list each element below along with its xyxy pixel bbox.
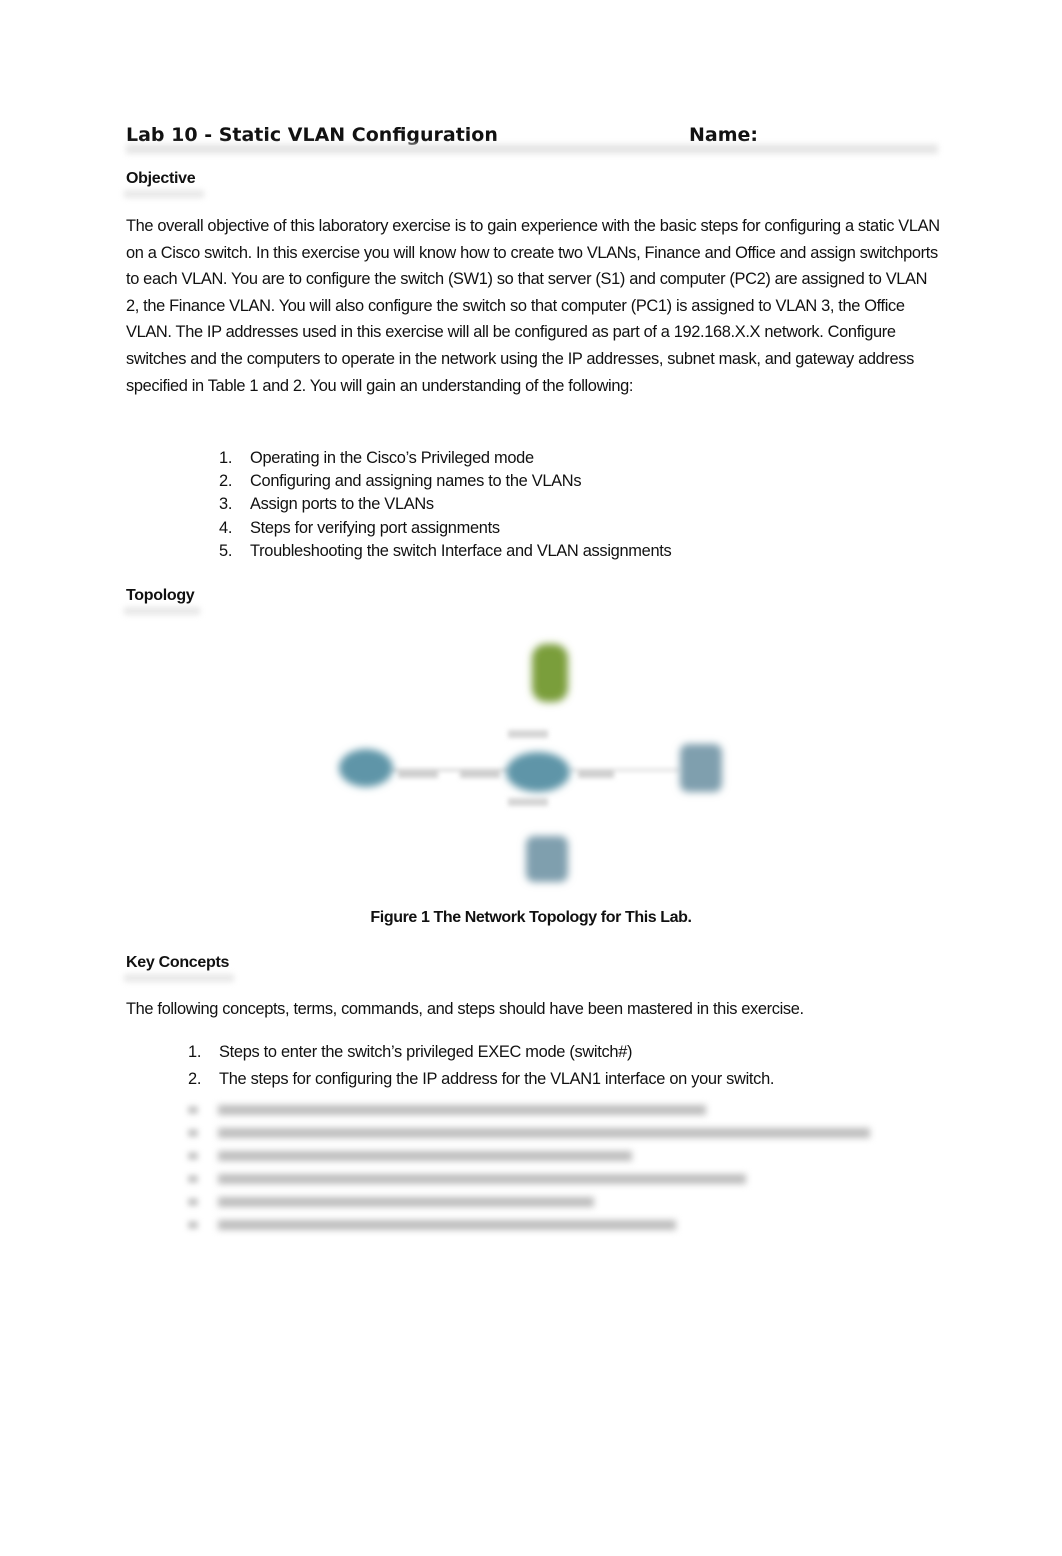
heading-shadow	[124, 974, 234, 982]
key-concepts-heading: Key Concepts	[126, 954, 230, 971]
device-label	[508, 730, 548, 738]
list-number: 3.	[219, 495, 233, 514]
list-number: 2.	[188, 1070, 202, 1088]
list-text: Configuring and assigning names to the V…	[250, 472, 582, 491]
list-number: 2.	[219, 472, 233, 491]
list-text: Operating in the Cisco’s Privileged mode	[250, 449, 534, 467]
port-label	[398, 770, 438, 778]
computer-icon	[526, 836, 568, 882]
list-number: 5.	[219, 541, 233, 560]
heading-shadow	[124, 607, 200, 615]
list-text: Troubleshooting the switch Interface and…	[250, 541, 672, 560]
title-underline	[126, 144, 938, 154]
device-label	[508, 798, 548, 806]
figure-caption: Figure 1 The Network Topology for This L…	[370, 909, 692, 926]
obscured-list-item	[186, 1167, 886, 1190]
obscured-list-item	[186, 1121, 886, 1144]
name-label: Name:	[689, 124, 759, 146]
document-title: Lab 10 - Static VLAN Configuration	[126, 124, 498, 146]
topology-heading: Topology	[126, 587, 195, 604]
list-text: Steps to enter the switch’s privileged E…	[219, 1043, 633, 1061]
list-number: 1.	[219, 449, 233, 467]
server-icon	[532, 644, 568, 702]
list-text: The steps for configuring the IP address…	[219, 1070, 775, 1088]
topology-diagram	[339, 644, 722, 882]
list-number: 4.	[219, 518, 233, 537]
obscured-content	[186, 1098, 886, 1236]
objective-paragraph: The overall objective of this laboratory…	[126, 217, 940, 395]
router-icon	[339, 749, 393, 787]
obscured-list-item	[186, 1098, 886, 1121]
port-label	[460, 770, 500, 778]
document-page: Lab 10 - Static VLAN Configuration Name:…	[0, 0, 1062, 1556]
list-text: Assign ports to the VLANs	[250, 495, 434, 514]
heading-shadow	[124, 190, 204, 198]
obscured-list-item	[186, 1213, 886, 1236]
objective-heading: Objective	[126, 170, 196, 187]
list-number: 1.	[188, 1043, 202, 1061]
switch-icon	[506, 752, 570, 792]
key-concepts-intro: The following concepts, terms, commands,…	[126, 1000, 804, 1018]
obscured-list-item	[186, 1190, 886, 1213]
obscured-list-item	[186, 1144, 886, 1167]
computer-icon	[680, 744, 722, 792]
port-label	[578, 770, 614, 778]
list-text: Steps for verifying port assignments	[250, 518, 500, 537]
